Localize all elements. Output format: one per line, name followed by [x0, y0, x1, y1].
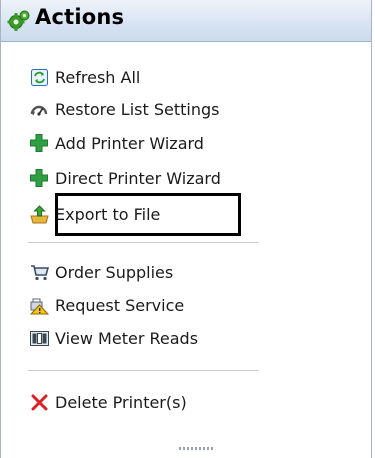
- view-meter-reads-action[interactable]: View Meter Reads: [29, 324, 198, 352]
- direct-printer-wizard-action[interactable]: Direct Printer Wizard: [29, 164, 221, 192]
- restore-icon: [29, 99, 49, 119]
- separator: [28, 370, 258, 371]
- resize-grip[interactable]: [179, 447, 213, 450]
- service-icon: [29, 295, 49, 315]
- item-label: Refresh All: [55, 67, 141, 87]
- separator: [28, 242, 258, 243]
- refresh-all-action[interactable]: Refresh All: [29, 63, 140, 91]
- green-plus-icon: [29, 168, 49, 188]
- refresh-icon: [29, 67, 49, 87]
- export-icon: [29, 204, 49, 224]
- item-label: Add Printer Wizard: [55, 133, 204, 153]
- item-label: Direct Printer Wizard: [55, 168, 221, 188]
- item-label: Request Service: [55, 295, 185, 315]
- actions-header[interactable]: Actions: [1, 0, 371, 42]
- request-service-action[interactable]: Request Service: [29, 291, 184, 319]
- order-supplies-action[interactable]: Order Supplies: [29, 258, 173, 286]
- restore-list-settings-action[interactable]: Restore List Settings: [29, 95, 219, 123]
- item-label: Delete Printer(s): [55, 392, 187, 412]
- delete-printers-action[interactable]: Delete Printer(s): [29, 388, 187, 416]
- green-plus-icon: [29, 133, 49, 153]
- red-x-icon: [29, 392, 49, 412]
- panel-title: Actions: [35, 5, 125, 29]
- item-label: Restore List Settings: [55, 99, 220, 119]
- item-label: View Meter Reads: [55, 328, 199, 348]
- actions-panel: Actions Refresh All Restore List Setting…: [0, 0, 372, 458]
- item-label: Order Supplies: [55, 262, 174, 282]
- gears-icon: [7, 9, 31, 33]
- add-printer-wizard-action[interactable]: Add Printer Wizard: [29, 129, 204, 157]
- meter-icon: [29, 328, 49, 348]
- cart-icon: [29, 262, 49, 282]
- highlight-box: [55, 193, 241, 236]
